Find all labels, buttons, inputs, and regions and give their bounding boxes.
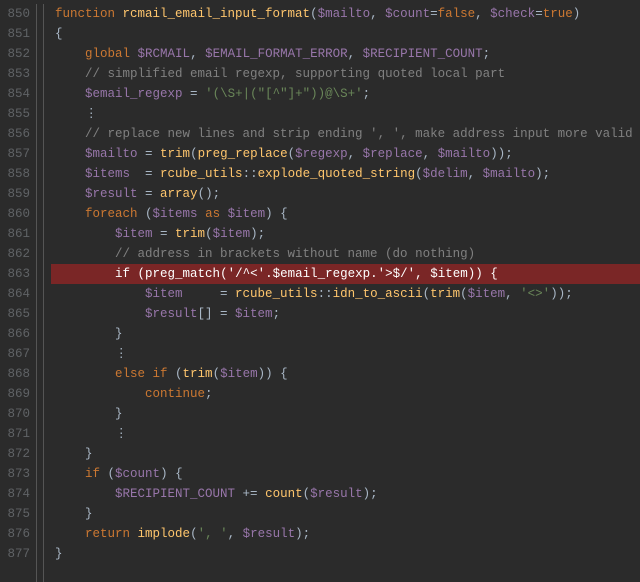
code-line[interactable]: } — [55, 324, 640, 344]
line-number: 872 — [0, 444, 30, 464]
line-number: 874 — [0, 484, 30, 504]
line-number: 876 — [0, 524, 30, 544]
line-number: 855 — [0, 104, 30, 124]
code-editor[interactable]: 8508518528538548558568578588598608618628… — [0, 0, 640, 582]
line-number: 877 — [0, 544, 30, 564]
code-line[interactable]: // address in brackets without name (do … — [55, 244, 640, 264]
line-number-gutter: 8508518528538548558568578588598608618628… — [0, 4, 36, 582]
line-number: 870 — [0, 404, 30, 424]
code-line[interactable]: continue; — [55, 384, 640, 404]
line-number: 863 — [0, 264, 30, 284]
line-number: 868 — [0, 364, 30, 384]
line-number: 851 — [0, 24, 30, 44]
code-line[interactable]: $item = rcube_utils::idn_to_ascii(trim($… — [55, 284, 640, 304]
comment: // replace new lines and strip ending ',… — [85, 127, 633, 141]
code-line[interactable]: $items = rcube_utils::explode_quoted_str… — [55, 164, 640, 184]
line-number: 865 — [0, 304, 30, 324]
line-number: 875 — [0, 504, 30, 524]
keyword: function — [55, 7, 115, 21]
code-line[interactable]: return implode(', ', $result); — [55, 524, 640, 544]
code-line[interactable]: } — [55, 504, 640, 524]
code-line[interactable]: ⋮ — [55, 104, 640, 124]
line-number: 858 — [0, 164, 30, 184]
code-line[interactable]: } — [55, 444, 640, 464]
line-number: 857 — [0, 144, 30, 164]
line-number: 867 — [0, 344, 30, 364]
code-area[interactable]: function rcmail_email_input_format($mail… — [51, 4, 640, 582]
code-line[interactable]: // replace new lines and strip ending ',… — [55, 124, 640, 144]
code-line[interactable]: function rcmail_email_input_format($mail… — [55, 4, 640, 24]
line-number: 853 — [0, 64, 30, 84]
code-line[interactable]: foreach ($items as $item) { — [55, 204, 640, 224]
code-line[interactable]: $result = array(); — [55, 184, 640, 204]
fold-column — [37, 4, 51, 582]
line-number: 869 — [0, 384, 30, 404]
fold-ellipsis-icon[interactable]: ⋮ — [115, 427, 130, 441]
fold-ellipsis-icon[interactable]: ⋮ — [85, 107, 100, 121]
code-line[interactable]: $email_regexp = '(\S+|("[^"]+"))@\S+'; — [55, 84, 640, 104]
code-line[interactable]: ⋮ — [55, 424, 640, 444]
function-name: rcmail_email_input_format — [123, 7, 311, 21]
line-number: 850 — [0, 4, 30, 24]
line-number: 864 — [0, 284, 30, 304]
code-line[interactable]: } — [55, 544, 640, 564]
code-line[interactable]: global $RCMAIL, $EMAIL_FORMAT_ERROR, $RE… — [55, 44, 640, 64]
comment: // simplified email regexp, supporting q… — [85, 67, 505, 81]
line-number: 866 — [0, 324, 30, 344]
code-line[interactable]: // simplified email regexp, supporting q… — [55, 64, 640, 84]
fold-ellipsis-icon[interactable]: ⋮ — [115, 347, 130, 361]
line-number: 852 — [0, 44, 30, 64]
line-number: 859 — [0, 184, 30, 204]
code-line[interactable]: $RECIPIENT_COUNT += count($result); — [55, 484, 640, 504]
line-number: 856 — [0, 124, 30, 144]
code-line[interactable]: { — [55, 24, 640, 44]
code-line[interactable]: $result[] = $item; — [55, 304, 640, 324]
line-number: 861 — [0, 224, 30, 244]
line-number: 854 — [0, 84, 30, 104]
highlighted-line[interactable]: if (preg_match('/^<'.$email_regexp.'>$/'… — [51, 264, 640, 284]
comment: // address in brackets without name (do … — [115, 247, 475, 261]
code-line[interactable]: $item = trim($item); — [55, 224, 640, 244]
line-number: 860 — [0, 204, 30, 224]
code-line[interactable]: $mailto = trim(preg_replace($regexp, $re… — [55, 144, 640, 164]
code-line[interactable]: ⋮ — [55, 344, 640, 364]
code-line[interactable]: } — [55, 404, 640, 424]
line-number: 871 — [0, 424, 30, 444]
code-line[interactable]: else if (trim($item)) { — [55, 364, 640, 384]
code-line[interactable]: if ($count) { — [55, 464, 640, 484]
line-number: 862 — [0, 244, 30, 264]
line-number: 873 — [0, 464, 30, 484]
